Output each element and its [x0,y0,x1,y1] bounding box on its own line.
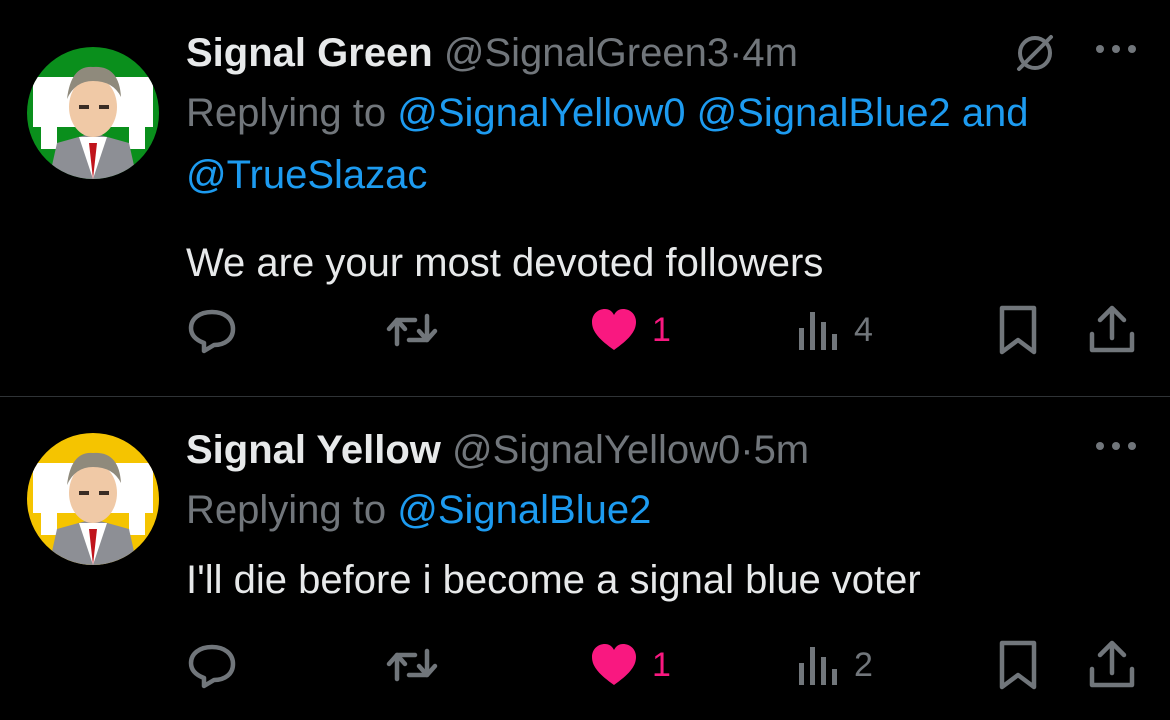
timestamp[interactable]: 4m [742,31,798,75]
reply-icon [188,644,236,689]
action-bar: 1 4 [0,300,1170,360]
tweet-text: I'll die before i become a signal blue v… [186,558,921,602]
retweet-icon [386,313,438,347]
display-name[interactable]: Signal Yellow [186,428,441,472]
heart-icon [592,644,636,685]
share-icon [1089,305,1135,353]
views-icon [799,312,837,350]
avatar-image [27,47,159,179]
timestamp[interactable]: 5m [754,428,810,472]
display-name[interactable]: Signal Green [186,31,433,75]
like-count: 1 [652,645,671,684]
separator-dot: · [729,31,743,75]
retweet-button[interactable] [384,635,440,695]
mention-link[interactable]: @SignalBlue2 [397,488,651,532]
replying-prefix: Replying to [186,488,387,532]
avatar[interactable] [27,47,159,179]
tweet-header: Signal Green @SignalGreen3·4m [186,24,1140,82]
heart-icon [592,309,636,350]
avatar-image [27,433,159,565]
bookmark-icon [999,305,1037,355]
mention-link[interactable]: @TrueSlazac [186,153,427,197]
like-button[interactable]: 1 [590,635,671,695]
mention-link[interactable]: @SignalYellow0 [397,91,685,135]
tweet[interactable]: Signal Yellow @SignalYellow0·5m Replying… [0,397,1170,720]
user-handle[interactable]: @SignalYellow0 [452,428,740,472]
share-icon [1089,640,1135,688]
replying-to: Replying to @SignalYellow0 @SignalBlue2 … [186,82,1140,206]
bookmark-button[interactable] [996,635,1040,695]
mention-and-others-link[interactable]: and [962,91,1029,135]
views-count: 4 [854,310,873,349]
mention-link[interactable]: @SignalBlue2 [697,91,951,135]
action-bar: 1 2 [0,635,1170,695]
views-button[interactable]: 2 [796,635,873,695]
separator-dot: · [740,428,754,472]
reply-button[interactable] [186,635,238,695]
share-button[interactable] [1086,635,1138,695]
bookmark-icon [999,640,1037,690]
like-count: 1 [652,310,671,349]
like-button[interactable]: 1 [590,300,671,360]
reply-icon [188,309,236,354]
user-handle[interactable]: @SignalGreen3 [444,31,729,75]
tweet-text: We are your most devoted followers [186,241,824,285]
avatar[interactable] [27,433,159,565]
retweet-button[interactable] [384,300,440,360]
views-button[interactable]: 4 [796,300,873,360]
reply-button[interactable] [186,300,238,360]
views-count: 2 [854,645,873,684]
views-icon [799,647,837,685]
replying-to: Replying to @SignalBlue2 [186,479,1140,541]
tweet-header: Signal Yellow @SignalYellow0·5m [186,421,1140,479]
replying-prefix: Replying to [186,91,387,135]
share-button[interactable] [1086,300,1138,360]
bookmark-button[interactable] [996,300,1040,360]
tweet[interactable]: Signal Green @SignalGreen3·4m Replying t… [0,0,1170,396]
retweet-icon [386,648,438,682]
